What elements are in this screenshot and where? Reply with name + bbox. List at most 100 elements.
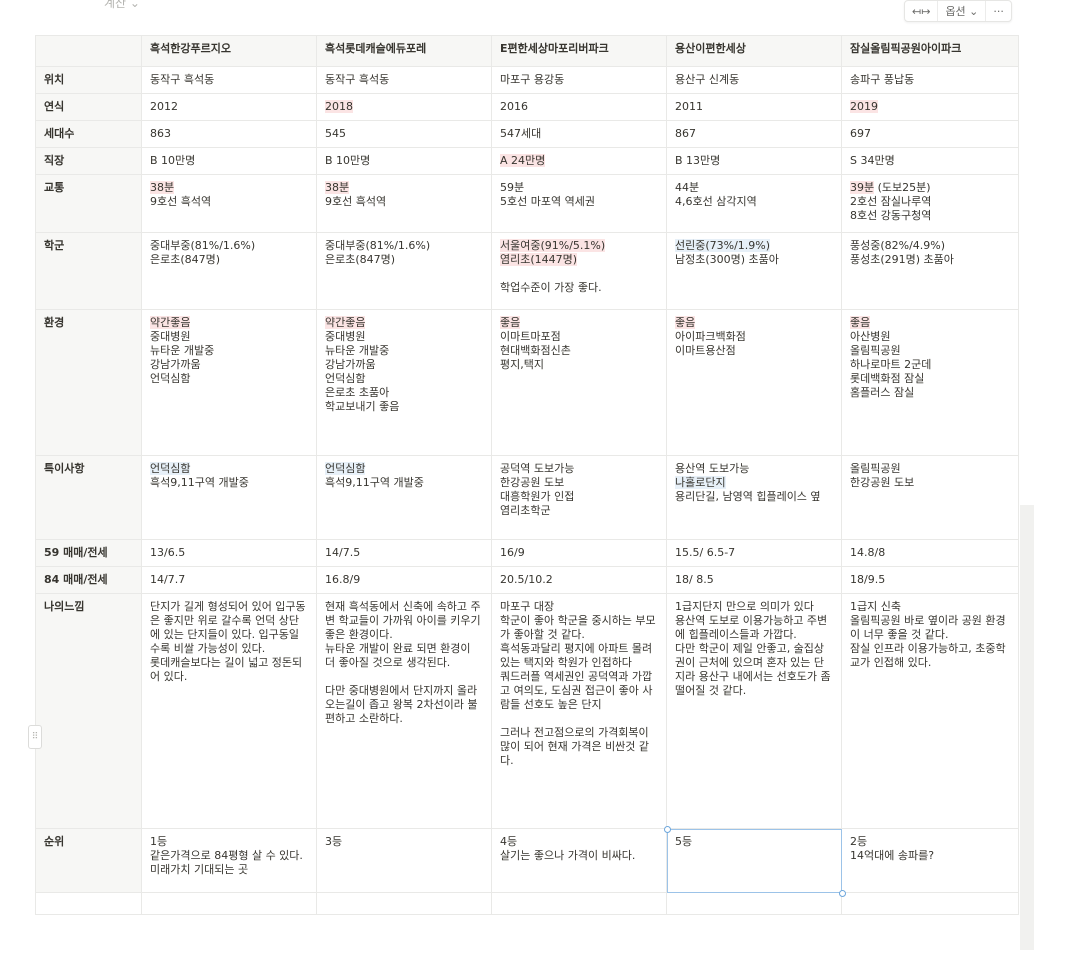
table-cell[interactable]: 39분 (도보25분) 2호선 잠실나루역 8호선 강동구청역 (841, 174, 1019, 233)
table-cell[interactable]: 중대부중(81%/1.6%) 은로초(847명) (141, 232, 317, 310)
empty-row[interactable] (35, 892, 1019, 915)
table-cell[interactable]: 동작구 흑석동 (316, 66, 492, 94)
table-cell[interactable]: 좋음 아산병원 올림픽공원 하나로마트 2군데 롯데백화점 잠실 홈플러스 잠실 (841, 309, 1019, 456)
table-cell[interactable]: 44분 4,6호선 삼각지역 (666, 174, 842, 233)
table-cell[interactable]: 59분 5호선 마포역 역세권 (491, 174, 667, 233)
table-cell[interactable]: 14/7.5 (316, 539, 492, 567)
row-label[interactable]: 연식 (35, 93, 142, 121)
table-cell[interactable]: 3등 (316, 828, 492, 893)
table-cell[interactable]: 좋음 아이파크백화점 이마트용산점 (666, 309, 842, 456)
table-cell[interactable]: 4등 살기는 좋으나 가격이 비싸다. (491, 828, 667, 893)
table-cell[interactable]: 공덕역 도보가능 한강공원 도보 대흥학원가 인접 염리초학군 (491, 455, 667, 540)
table-cell[interactable]: 18/ 8.5 (666, 566, 842, 594)
table-cell[interactable]: 올림픽공원 한강공원 도보 (841, 455, 1019, 540)
vertical-scrollbar[interactable] (1020, 505, 1034, 950)
table-cell[interactable]: 14/7.7 (141, 566, 317, 594)
cell-text: 공덕역 도보가능 (500, 462, 575, 475)
table-cell[interactable]: 13/6.5 (141, 539, 317, 567)
selection-handle[interactable] (838, 889, 846, 897)
table-cell[interactable]: 5등 (666, 828, 842, 893)
row-label[interactable]: 직장 (35, 147, 142, 175)
row-label[interactable]: 특이사항 (35, 455, 142, 540)
table-cell[interactable]: 중대부중(81%/1.6%) 은로초(847명) (316, 232, 492, 310)
empty-cell[interactable] (666, 892, 842, 915)
table-cell[interactable]: 약간좋음 중대병원 뉴타운 개발중 강남가까움 언덕심함 은로초 초품아 학교보내기 좋음 (316, 309, 492, 456)
table-cell[interactable]: 동작구 흑석동 (141, 66, 317, 94)
table-cell[interactable]: 38분 9호선 흑석역 (141, 174, 317, 233)
table-cell[interactable]: 좋음 이마트마포점 현대백화점신촌 평지,택지 (491, 309, 667, 456)
row-label[interactable]: 59 매매/전세 (35, 539, 142, 567)
row-label[interactable]: 순위 (35, 828, 142, 893)
table-cell[interactable]: 용산역 도보가능 나홀로단지 용리단길, 남영역 힙플레이스 옆 (666, 455, 842, 540)
column-header[interactable]: 용산이편한세상 (666, 35, 842, 67)
table-cell[interactable]: B 10만명 (316, 147, 492, 175)
column-header[interactable]: 흑석한강푸르지오 (141, 35, 317, 67)
table-cell[interactable]: 2011 (666, 93, 842, 121)
table-cell[interactable]: 마포구 용강동 (491, 66, 667, 94)
table-cell[interactable]: 풍성중(82%/4.9%) 풍성초(291명) 초품아 (841, 232, 1019, 310)
cell-text: 학교보내기 좋음 (325, 400, 400, 413)
table-cell[interactable]: 863 (141, 120, 317, 148)
table-cell[interactable]: B 13만명 (666, 147, 842, 175)
table-cell[interactable]: 용산구 신계동 (666, 66, 842, 94)
table-cell[interactable]: 약간좋음 중대병원 뉴타운 개발중 강남가까움 언덕심함 (141, 309, 317, 456)
table-cell[interactable]: 18/9.5 (841, 566, 1019, 594)
cell-text: 2012 (150, 100, 178, 113)
table-cell[interactable]: 단지가 길게 형성되어 있어 입구동은 좋지만 위로 갈수록 언덕 상단에 있는… (141, 593, 317, 829)
table-cell[interactable]: 2018 (316, 93, 492, 121)
table-cell[interactable]: 2016 (491, 93, 667, 121)
table-cell[interactable]: 545 (316, 120, 492, 148)
column-header[interactable]: 잠실올림픽공원아이파크 (841, 35, 1019, 67)
table-cell[interactable]: 송파구 풍납동 (841, 66, 1019, 94)
table-cell[interactable]: 언덕심함 흑석9,11구역 개발중 (316, 455, 492, 540)
table-cell[interactable]: 14.8/8 (841, 539, 1019, 567)
options-dropdown[interactable]: 옵션 ⌄ (938, 1, 987, 21)
table-cell[interactable]: 언덕심함 흑석9,11구역 개발중 (141, 455, 317, 540)
row-label[interactable]: 나의느낌 (35, 593, 142, 829)
cell-text: 좋음 (675, 316, 833, 330)
row-label[interactable]: 환경 (35, 309, 142, 456)
drag-handle-icon[interactable]: ⠿ (28, 725, 42, 749)
cell-text: 염리초학군 (500, 504, 551, 517)
table-cell[interactable]: 현재 흑석동에서 신축에 속하고 주변 학교들이 가까워 아이를 키우기 좋은 … (316, 593, 492, 829)
highlighted-text: 38분 (150, 181, 175, 194)
table-cell[interactable]: 697 (841, 120, 1019, 148)
view-selector[interactable]: 계산 ⌄ (104, 0, 140, 11)
table-cell[interactable]: A 24만명 (491, 147, 667, 175)
table-cell[interactable]: 마포구 대장 학군이 좋아 학군을 중시하는 부모가 좋아할 것 같다. 흑석동과달… (491, 593, 667, 829)
table-cell[interactable]: 20.5/10.2 (491, 566, 667, 594)
row-label[interactable]: 교통 (35, 174, 142, 233)
header-row: 흑석한강푸르지오 흑석롯데캐슬에듀포레 E편한세상마포리버파크 용산이편한세상 … (35, 35, 1019, 67)
table-cell[interactable]: 1등 같은가격으로 84평형 살 수 있다. 미래가치 기대되는 곳 (141, 828, 317, 893)
empty-cell[interactable] (841, 892, 1019, 915)
more-icon[interactable]: ··· (986, 1, 1011, 21)
table-cell[interactable]: 16.8/9 (316, 566, 492, 594)
highlighted-text: 좋음 (675, 316, 696, 329)
empty-cell[interactable] (35, 892, 142, 915)
table-cell[interactable]: 38분 9호선 흑석역 (316, 174, 492, 233)
selection-handle[interactable] (663, 825, 671, 833)
table-cell[interactable]: 867 (666, 120, 842, 148)
table-cell[interactable]: 15.5/ 6.5-7 (666, 539, 842, 567)
empty-cell[interactable] (141, 892, 317, 915)
table-cell[interactable]: 2019 (841, 93, 1019, 121)
table-cell[interactable]: 2012 (141, 93, 317, 121)
table-cell[interactable]: 1급지단지 만으로 의미가 있다 용산역 도보로 이용가능하고 주변에 힙플레이스… (666, 593, 842, 829)
empty-cell[interactable] (491, 892, 667, 915)
row-label[interactable]: 세대수 (35, 120, 142, 148)
table-cell[interactable]: S 34만명 (841, 147, 1019, 175)
column-header[interactable]: E편한세상마포리버파크 (491, 35, 667, 67)
column-header[interactable]: 흑석롯데캐슬에듀포레 (316, 35, 492, 67)
table-cell[interactable]: 2등 14억대에 송파를? (841, 828, 1019, 893)
resize-icon[interactable]: ↤↦ (905, 1, 939, 21)
row-label[interactable]: 84 매매/전세 (35, 566, 142, 594)
empty-cell[interactable] (316, 892, 492, 915)
table-cell[interactable]: 선린중(73%/1.9%) 남정초(300명) 초품아 (666, 232, 842, 310)
table-cell[interactable]: 547세대 (491, 120, 667, 148)
row-label[interactable]: 위치 (35, 66, 142, 94)
table-cell[interactable]: 서울여중(91%/5.1%) 염리초(1447명) 학업수준이 가장 좋다. (491, 232, 667, 310)
row-label[interactable]: 학군 (35, 232, 142, 310)
table-cell[interactable]: B 10만명 (141, 147, 317, 175)
table-cell[interactable]: 16/9 (491, 539, 667, 567)
table-cell[interactable]: 1급지 신축 올림픽공원 바로 옆이라 공원 환경이 너무 좋을 것 같다. 잠실 … (841, 593, 1019, 829)
